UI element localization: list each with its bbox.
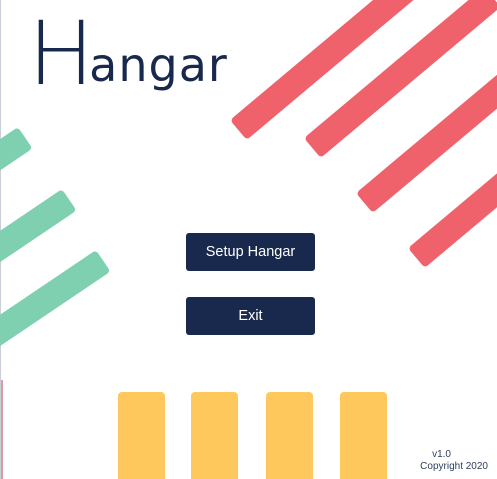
logo-text: angar bbox=[89, 38, 228, 92]
footer-info: v1.0 Copyright 2020 bbox=[420, 449, 488, 473]
setup-hangar-button[interactable]: Setup Hangar bbox=[186, 233, 315, 271]
logo-initial: H bbox=[28, 2, 94, 105]
exit-button[interactable]: Exit bbox=[186, 297, 315, 335]
hangar-main-window: { "app": { "logo_initial": "H", "logo_re… bbox=[0, 0, 497, 479]
version-label: v1.0 bbox=[432, 449, 451, 460]
copyright-label: Copyright 2020 bbox=[420, 461, 488, 472]
app-logo: Hangar bbox=[28, 9, 228, 109]
